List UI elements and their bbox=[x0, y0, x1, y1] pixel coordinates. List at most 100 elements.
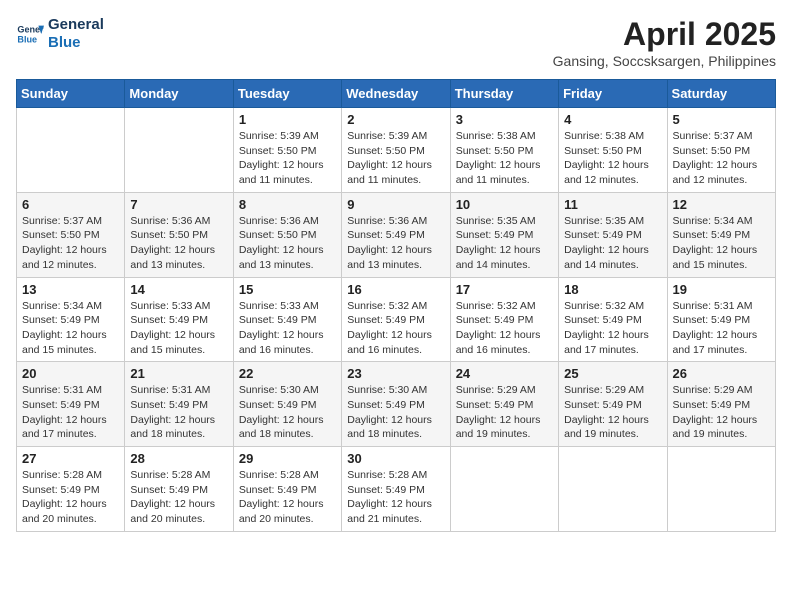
day-number: 28 bbox=[130, 451, 227, 466]
day-info: Sunrise: 5:39 AM Sunset: 5:50 PM Dayligh… bbox=[347, 129, 444, 188]
day-info: Sunrise: 5:34 AM Sunset: 5:49 PM Dayligh… bbox=[673, 214, 770, 273]
logo: General Blue General Blue bbox=[16, 16, 104, 52]
day-info: Sunrise: 5:33 AM Sunset: 5:49 PM Dayligh… bbox=[130, 299, 227, 358]
main-title: April 2025 bbox=[553, 16, 776, 53]
day-info: Sunrise: 5:32 AM Sunset: 5:49 PM Dayligh… bbox=[456, 299, 553, 358]
day-info: Sunrise: 5:32 AM Sunset: 5:49 PM Dayligh… bbox=[564, 299, 661, 358]
day-info: Sunrise: 5:39 AM Sunset: 5:50 PM Dayligh… bbox=[239, 129, 336, 188]
day-number: 18 bbox=[564, 282, 661, 297]
day-info: Sunrise: 5:36 AM Sunset: 5:50 PM Dayligh… bbox=[239, 214, 336, 273]
logo-line2: Blue bbox=[48, 34, 104, 52]
day-number: 29 bbox=[239, 451, 336, 466]
day-cell: 27 Sunrise: 5:28 AM Sunset: 5:49 PM Dayli… bbox=[17, 447, 125, 532]
day-cell: 13 Sunrise: 5:34 AM Sunset: 5:49 PM Dayli… bbox=[17, 277, 125, 362]
day-number: 30 bbox=[347, 451, 444, 466]
day-number: 25 bbox=[564, 366, 661, 381]
day-number: 1 bbox=[239, 112, 336, 127]
day-info: Sunrise: 5:31 AM Sunset: 5:49 PM Dayligh… bbox=[130, 383, 227, 442]
day-number: 13 bbox=[22, 282, 119, 297]
day-cell: 30 Sunrise: 5:28 AM Sunset: 5:49 PM Dayli… bbox=[342, 447, 450, 532]
day-cell: 16Sunrise: 5:32 AM Sunset: 5:49 PM Dayli… bbox=[342, 277, 450, 362]
day-number: 8 bbox=[239, 197, 336, 212]
header: General Blue General Blue April 2025 Gan… bbox=[16, 16, 776, 69]
day-number: 21 bbox=[130, 366, 227, 381]
day-number: 4 bbox=[564, 112, 661, 127]
day-number: 11 bbox=[564, 197, 661, 212]
day-number: 17 bbox=[456, 282, 553, 297]
day-info: Sunrise: 5:37 AM Sunset: 5:50 PM Dayligh… bbox=[673, 129, 770, 188]
day-cell: 10 Sunrise: 5:35 AM Sunset: 5:49 PM Dayli… bbox=[450, 192, 558, 277]
day-cell: 3 Sunrise: 5:38 AM Sunset: 5:50 PM Daylig… bbox=[450, 108, 558, 193]
day-info: Sunrise: 5:34 AM Sunset: 5:49 PM Dayligh… bbox=[22, 299, 119, 358]
day-number: 12 bbox=[673, 197, 770, 212]
day-cell bbox=[17, 108, 125, 193]
day-cell: 18 Sunrise: 5:32 AM Sunset: 5:49 PM Dayli… bbox=[559, 277, 667, 362]
day-info: Sunrise: 5:29 AM Sunset: 5:49 PM Dayligh… bbox=[456, 383, 553, 442]
day-cell: 1 Sunrise: 5:39 AM Sunset: 5:50 PM Daylig… bbox=[233, 108, 341, 193]
day-cell: 9 Sunrise: 5:36 AM Sunset: 5:49 PM Daylig… bbox=[342, 192, 450, 277]
day-number: 9 bbox=[347, 197, 444, 212]
day-number: 7 bbox=[130, 197, 227, 212]
day-cell bbox=[667, 447, 775, 532]
day-info: Sunrise: 5:38 AM Sunset: 5:50 PM Dayligh… bbox=[564, 129, 661, 188]
day-info: Sunrise: 5:38 AM Sunset: 5:50 PM Dayligh… bbox=[456, 129, 553, 188]
week-row-3: 13 Sunrise: 5:34 AM Sunset: 5:49 PM Dayli… bbox=[17, 277, 776, 362]
column-headers: SundayMondayTuesdayWednesdayThursdayFrid… bbox=[17, 80, 776, 108]
day-cell: 7 Sunrise: 5:36 AM Sunset: 5:50 PM Daylig… bbox=[125, 192, 233, 277]
day-cell bbox=[450, 447, 558, 532]
day-cell bbox=[125, 108, 233, 193]
day-cell: 4 Sunrise: 5:38 AM Sunset: 5:50 PM Daylig… bbox=[559, 108, 667, 193]
week-row-5: 27 Sunrise: 5:28 AM Sunset: 5:49 PM Dayli… bbox=[17, 447, 776, 532]
day-number: 19 bbox=[673, 282, 770, 297]
calendar-table: SundayMondayTuesdayWednesdayThursdayFrid… bbox=[16, 79, 776, 532]
day-cell: 20Sunrise: 5:31 AM Sunset: 5:49 PM Dayli… bbox=[17, 362, 125, 447]
day-cell bbox=[559, 447, 667, 532]
day-info: Sunrise: 5:35 AM Sunset: 5:49 PM Dayligh… bbox=[456, 214, 553, 273]
day-cell: 6Sunrise: 5:37 AM Sunset: 5:50 PM Daylig… bbox=[17, 192, 125, 277]
subtitle: Gansing, Soccsksargen, Philippines bbox=[553, 53, 776, 69]
day-cell: 2 Sunrise: 5:39 AM Sunset: 5:50 PM Daylig… bbox=[342, 108, 450, 193]
day-info: Sunrise: 5:31 AM Sunset: 5:49 PM Dayligh… bbox=[673, 299, 770, 358]
day-cell: 15Sunrise: 5:33 AM Sunset: 5:49 PM Dayli… bbox=[233, 277, 341, 362]
svg-text:Blue: Blue bbox=[17, 34, 37, 44]
day-number: 10 bbox=[456, 197, 553, 212]
day-info: Sunrise: 5:28 AM Sunset: 5:49 PM Dayligh… bbox=[22, 468, 119, 527]
day-cell: 17 Sunrise: 5:32 AM Sunset: 5:49 PM Dayli… bbox=[450, 277, 558, 362]
day-info: Sunrise: 5:36 AM Sunset: 5:50 PM Dayligh… bbox=[130, 214, 227, 273]
day-number: 3 bbox=[456, 112, 553, 127]
week-row-2: 6Sunrise: 5:37 AM Sunset: 5:50 PM Daylig… bbox=[17, 192, 776, 277]
day-number: 6 bbox=[22, 197, 119, 212]
col-header-sunday: Sunday bbox=[17, 80, 125, 108]
day-number: 27 bbox=[22, 451, 119, 466]
day-cell: 14Sunrise: 5:33 AM Sunset: 5:49 PM Dayli… bbox=[125, 277, 233, 362]
day-cell: 12 Sunrise: 5:34 AM Sunset: 5:49 PM Dayli… bbox=[667, 192, 775, 277]
day-cell: 25 Sunrise: 5:29 AM Sunset: 5:49 PM Dayli… bbox=[559, 362, 667, 447]
col-header-saturday: Saturday bbox=[667, 80, 775, 108]
day-number: 24 bbox=[456, 366, 553, 381]
col-header-thursday: Thursday bbox=[450, 80, 558, 108]
week-row-4: 20Sunrise: 5:31 AM Sunset: 5:49 PM Dayli… bbox=[17, 362, 776, 447]
day-number: 5 bbox=[673, 112, 770, 127]
day-cell: 23Sunrise: 5:30 AM Sunset: 5:49 PM Dayli… bbox=[342, 362, 450, 447]
logo-icon: General Blue bbox=[16, 20, 44, 48]
day-number: 2 bbox=[347, 112, 444, 127]
day-number: 26 bbox=[673, 366, 770, 381]
day-cell: 21 Sunrise: 5:31 AM Sunset: 5:49 PM Dayli… bbox=[125, 362, 233, 447]
day-info: Sunrise: 5:30 AM Sunset: 5:49 PM Dayligh… bbox=[239, 383, 336, 442]
day-cell: 28Sunrise: 5:28 AM Sunset: 5:49 PM Dayli… bbox=[125, 447, 233, 532]
day-info: Sunrise: 5:29 AM Sunset: 5:49 PM Dayligh… bbox=[564, 383, 661, 442]
day-cell: 24 Sunrise: 5:29 AM Sunset: 5:49 PM Dayli… bbox=[450, 362, 558, 447]
day-info: Sunrise: 5:28 AM Sunset: 5:49 PM Dayligh… bbox=[347, 468, 444, 527]
day-info: Sunrise: 5:28 AM Sunset: 5:49 PM Dayligh… bbox=[239, 468, 336, 527]
col-header-monday: Monday bbox=[125, 80, 233, 108]
day-info: Sunrise: 5:29 AM Sunset: 5:49 PM Dayligh… bbox=[673, 383, 770, 442]
day-cell: 11Sunrise: 5:35 AM Sunset: 5:49 PM Dayli… bbox=[559, 192, 667, 277]
calendar-body: 1 Sunrise: 5:39 AM Sunset: 5:50 PM Daylig… bbox=[17, 108, 776, 532]
day-cell: 22 Sunrise: 5:30 AM Sunset: 5:49 PM Dayli… bbox=[233, 362, 341, 447]
day-number: 22 bbox=[239, 366, 336, 381]
col-header-tuesday: Tuesday bbox=[233, 80, 341, 108]
day-info: Sunrise: 5:36 AM Sunset: 5:49 PM Dayligh… bbox=[347, 214, 444, 273]
day-number: 23 bbox=[347, 366, 444, 381]
title-area: April 2025 Gansing, Soccsksargen, Philip… bbox=[553, 16, 776, 69]
day-cell: 8 Sunrise: 5:36 AM Sunset: 5:50 PM Daylig… bbox=[233, 192, 341, 277]
